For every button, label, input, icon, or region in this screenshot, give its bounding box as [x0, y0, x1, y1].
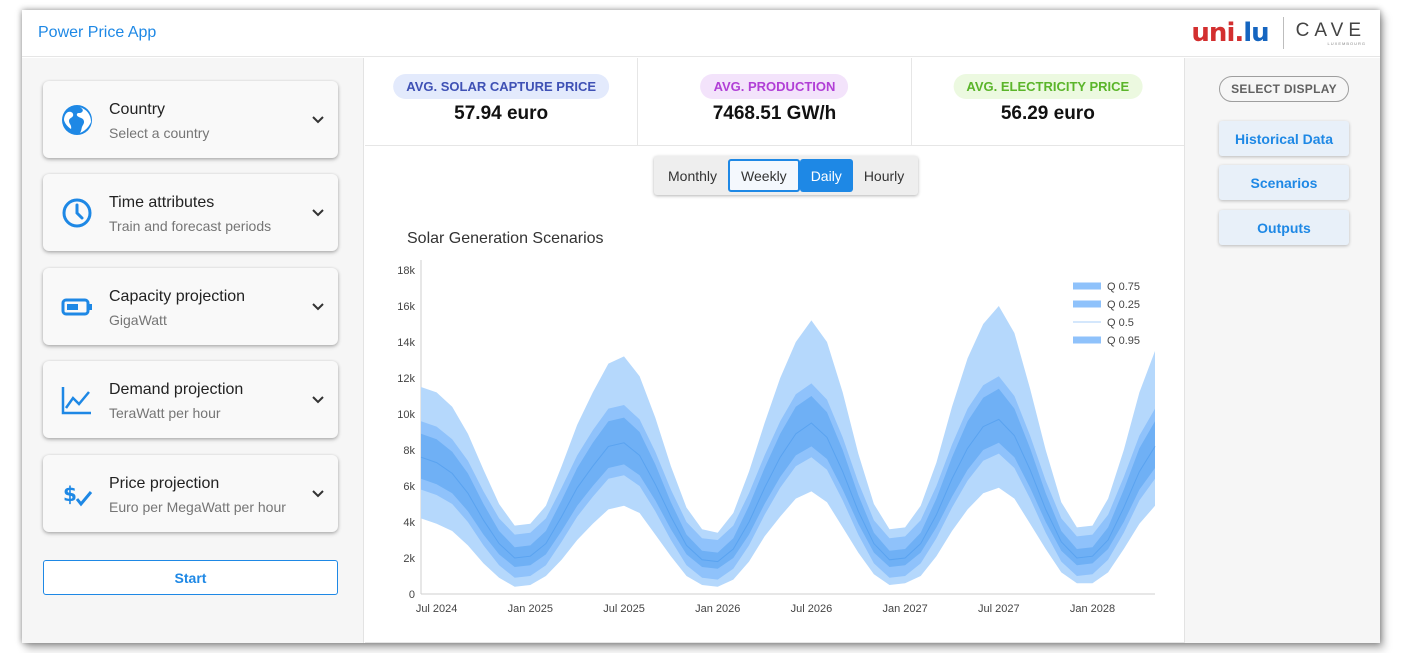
legend-label: Q 0.95: [1107, 335, 1140, 347]
kpi-value: 57.94 euro: [454, 103, 549, 124]
y-tick-label: 16k: [397, 301, 415, 313]
legend-label: Q 0.75: [1107, 281, 1140, 293]
top-bar: Power Price App uni.lu CAVE LUXEMBOURG: [22, 10, 1380, 57]
kpi-value: 7468.51 GW/h: [712, 103, 837, 124]
granularity-toggle: Monthly Weekly Daily Hourly: [654, 156, 919, 195]
time-attributes-title: Time attributes: [109, 194, 215, 211]
chevron-down-icon[interactable]: [310, 485, 326, 501]
y-tick-label: 14k: [397, 337, 415, 349]
x-tick-label: Jan 2027: [882, 603, 927, 615]
capacity-projection-title: Capacity projection: [109, 288, 246, 305]
logo-divider: [1282, 17, 1284, 49]
kpi-label: AVG. SOLAR CAPTURE PRICE: [393, 74, 610, 99]
demand-projection-title: Demand projection: [109, 381, 244, 398]
chevron-down-icon[interactable]: [310, 298, 326, 314]
x-tick-label: Jan 2028: [1070, 603, 1115, 615]
demand-projection-card[interactable]: Demand projection TeraWatt per hour: [43, 361, 338, 438]
toggle-weekly[interactable]: Weekly: [728, 159, 800, 192]
legend-swatch: [1073, 282, 1101, 290]
divider: [365, 642, 1184, 643]
globe-icon: [62, 105, 92, 135]
country-title: Country: [109, 101, 166, 118]
y-tick-label: 0: [409, 589, 415, 601]
legend-label: Q 0.25: [1107, 299, 1140, 311]
scenarios-button[interactable]: Scenarios: [1219, 165, 1349, 200]
kpi-value: 56.29 euro: [1000, 103, 1095, 124]
chevron-down-icon[interactable]: [310, 111, 326, 127]
y-tick-label: 6k: [403, 481, 415, 493]
country-card[interactable]: Country Select a country: [43, 81, 338, 158]
capacity-projection-subtitle: GigaWatt: [109, 312, 167, 328]
x-tick-label: Jul 2026: [791, 603, 833, 615]
chevron-down-icon[interactable]: [310, 391, 326, 407]
outputs-button[interactable]: Outputs: [1219, 210, 1349, 245]
chevron-down-icon[interactable]: [310, 204, 326, 220]
app-window: Power Price App uni.lu CAVE LUXEMBOURG C…: [22, 10, 1380, 643]
price-projection-card[interactable]: $ Price projection Euro per MegaWatt per…: [43, 455, 338, 532]
trend-chart-icon: [61, 387, 91, 415]
kpi-electricity-price: AVG. ELECTRICITY PRICE 56.29 euro: [912, 58, 1184, 145]
x-tick-label: Jan 2025: [508, 603, 553, 615]
capacity-projection-card[interactable]: Capacity projection GigaWatt: [43, 268, 338, 345]
price-projection-title: Price projection: [109, 475, 220, 492]
y-tick-label: 8k: [403, 445, 415, 457]
country-subtitle: Select a country: [109, 125, 210, 141]
time-attributes-subtitle: Train and forecast periods: [109, 218, 272, 234]
kpi-solar-capture-price: AVG. SOLAR CAPTURE PRICE 57.94 euro: [365, 58, 639, 145]
kpi-label: AVG. PRODUCTION: [700, 74, 849, 99]
legend-swatch: [1073, 300, 1101, 308]
sidebar: Country Select a country Time attributes…: [22, 58, 364, 643]
app-title[interactable]: Power Price App: [38, 24, 156, 42]
time-attributes-card[interactable]: Time attributes Train and forecast perio…: [43, 174, 338, 251]
kpi-row: AVG. SOLAR CAPTURE PRICE 57.94 euro AVG.…: [365, 58, 1184, 146]
solar-scenarios-chart[interactable]: 0 2k 4k 6k 8k 10k 12k 14k 16k 18k Jul 2024 Jan 2025…: [375, 248, 1165, 628]
clock-icon: [62, 198, 92, 228]
toggle-daily[interactable]: Daily: [799, 159, 853, 192]
kpi-production: AVG. PRODUCTION 7468.51 GW/h: [638, 58, 912, 145]
x-tick-label: Jul 2025: [603, 603, 645, 615]
y-tick-label: 2k: [403, 553, 415, 565]
y-tick-label: 18k: [397, 265, 415, 277]
chart-title: Solar Generation Scenarios: [407, 230, 604, 247]
y-tick-label: 10k: [397, 409, 415, 421]
price-projection-subtitle: Euro per MegaWatt per hour: [109, 499, 286, 515]
legend-swatch: [1073, 336, 1101, 344]
right-panel: SELECT DISPLAY Historical Data Scenarios…: [1184, 58, 1380, 643]
unilu-logo: uni.lu: [1191, 18, 1269, 48]
battery-icon: [61, 298, 92, 316]
legend-label: Q 0.5: [1107, 317, 1134, 329]
demand-projection-subtitle: TeraWatt per hour: [109, 405, 221, 421]
logos: uni.lu CAVE LUXEMBOURG: [1191, 17, 1366, 49]
x-tick-label: Jul 2024: [416, 603, 458, 615]
y-tick-label: 12k: [397, 373, 415, 385]
kpi-label: AVG. ELECTRICITY PRICE: [953, 74, 1143, 99]
main-content: AVG. SOLAR CAPTURE PRICE 57.94 euro AVG.…: [365, 58, 1184, 643]
select-display-label: SELECT DISPLAY: [1219, 76, 1349, 102]
start-button[interactable]: Start: [43, 560, 338, 595]
x-tick-label: Jul 2027: [978, 603, 1020, 615]
dollar-check-icon: $: [63, 482, 93, 507]
legend-swatch: [1073, 321, 1101, 323]
svg-text:$: $: [63, 482, 77, 506]
historical-data-button[interactable]: Historical Data: [1219, 121, 1349, 156]
x-tick-label: Jan 2026: [695, 603, 740, 615]
toggle-hourly[interactable]: Hourly: [853, 159, 915, 192]
y-tick-label: 4k: [403, 517, 415, 529]
cave-logo: CAVE LUXEMBOURG: [1295, 19, 1366, 46]
toggle-monthly[interactable]: Monthly: [657, 159, 728, 192]
